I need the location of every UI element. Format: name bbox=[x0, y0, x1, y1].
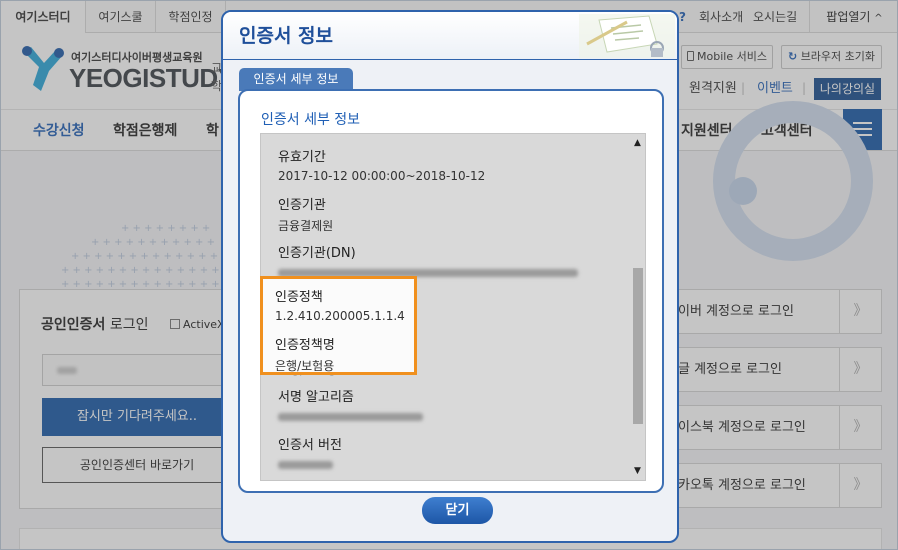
scroll-up-icon[interactable]: ▲ bbox=[629, 136, 645, 150]
field-value-issuer: 금융결제원 bbox=[278, 219, 334, 233]
list-item: 서명 알고리즘 bbox=[278, 386, 423, 425]
list-item: 인증기관 금융결제원 bbox=[278, 194, 333, 234]
policy-highlight-box: 인증정책 1.2.410.200005.1.1.4 인증정책명 은행/보험용 bbox=[260, 276, 417, 375]
certificate-illustration-icon bbox=[579, 14, 675, 58]
scrollbar[interactable]: ▲ ▼ bbox=[629, 134, 645, 480]
field-label-validity: 유효기간 bbox=[278, 150, 326, 165]
list-item: 유효기간 2017-10-12 00:00:00~2018-10-12 bbox=[278, 146, 485, 183]
redacted-cert-version bbox=[278, 461, 333, 469]
list-item: 인증서 버전 bbox=[278, 434, 342, 473]
scroll-down-icon[interactable]: ▼ bbox=[629, 464, 645, 478]
dialog-title: 인증서 정보 bbox=[239, 25, 334, 47]
tab-cert-details[interactable]: 인증서 세부 정보 bbox=[239, 68, 353, 91]
screen: 여기스터디 여기스쿨 학점인정 ? 회사소개 오시는길 팝업열기 ^ 여기스터디… bbox=[0, 0, 898, 550]
redacted-signature-algorithm bbox=[278, 413, 423, 421]
field-value-validity: 2017-10-12 00:00:00~2018-10-12 bbox=[278, 169, 486, 183]
highlight-policy-name-value: 은행/보험용 bbox=[275, 359, 335, 373]
field-label-cert-version: 인증서 버전 bbox=[278, 438, 342, 453]
scrollbar-thumb[interactable] bbox=[633, 268, 643, 424]
highlight-policy-value: 1.2.410.200005.1.1.4 bbox=[275, 309, 405, 323]
highlight-policy: 인증정책 1.2.410.200005.1.1.4 bbox=[275, 286, 405, 323]
highlight-policy-name-label: 인증정책명 bbox=[275, 338, 335, 353]
field-label-issuer: 인증기관 bbox=[278, 198, 326, 213]
highlight-policy-name: 인증정책명 은행/보험용 bbox=[275, 334, 335, 374]
field-label-signature-algorithm: 서명 알고리즘 bbox=[278, 390, 354, 405]
field-label-issuer-dn: 인증기관(DN) bbox=[278, 246, 356, 261]
close-button[interactable]: 닫기 bbox=[422, 497, 493, 524]
section-title: 인증서 세부 정보 bbox=[261, 112, 361, 128]
dialog-header: 인증서 정보 bbox=[223, 12, 677, 60]
highlight-policy-label: 인증정책 bbox=[275, 290, 323, 305]
